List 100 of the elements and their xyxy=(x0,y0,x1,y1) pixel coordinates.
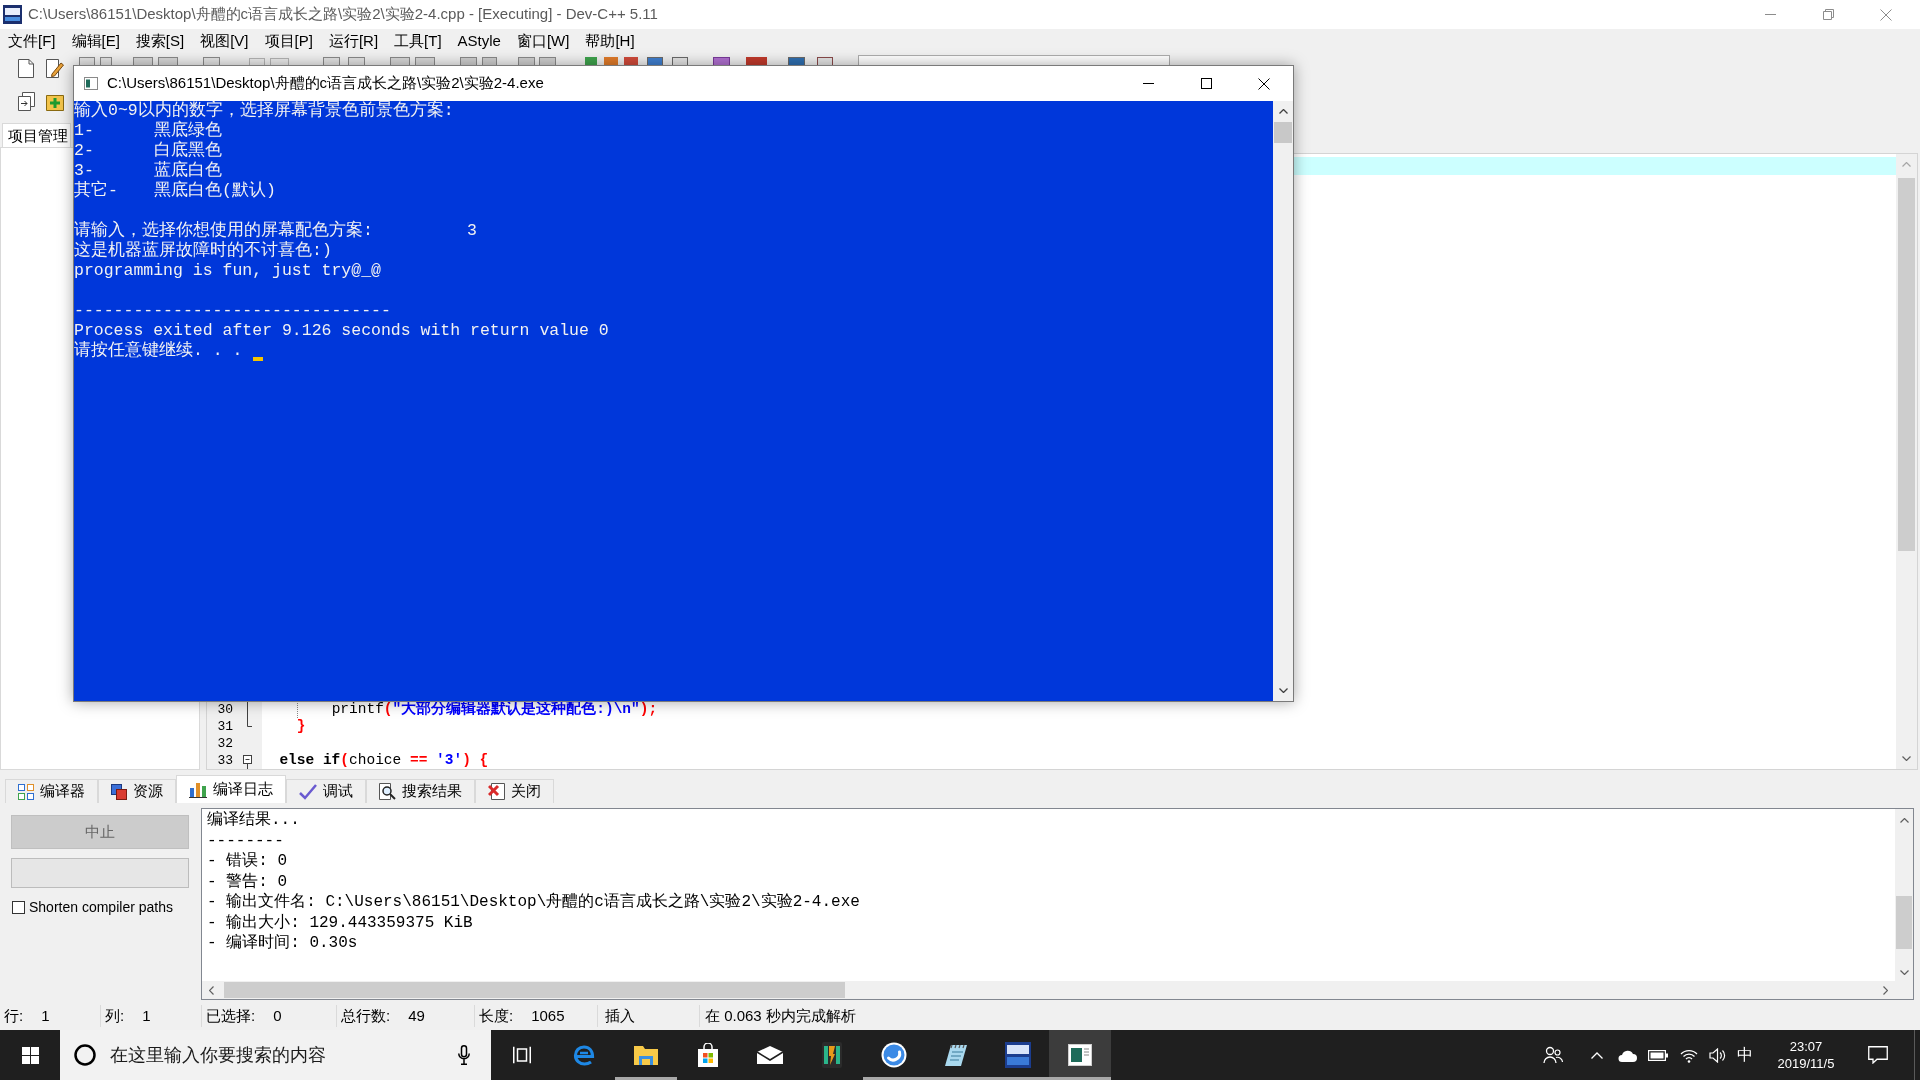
circle-icon xyxy=(74,1044,96,1066)
option-number: 其它- xyxy=(74,181,119,201)
checkbox-label: Shorten compiler paths xyxy=(29,897,173,917)
envelope-icon xyxy=(757,1046,783,1064)
menu-item[interactable]: 工具[T] xyxy=(386,29,450,52)
tab[interactable]: 项目管理 xyxy=(2,123,71,147)
wifi-icon xyxy=(1679,1047,1698,1063)
tab[interactable]: 调试 xyxy=(286,779,366,803)
menu-item[interactable]: 帮助[H] xyxy=(577,29,643,52)
minimize-icon xyxy=(1764,14,1776,15)
close-icon xyxy=(1880,8,1892,21)
scrollbar-thumb[interactable] xyxy=(1274,122,1292,143)
line-number: 31 xyxy=(217,718,233,735)
window-panes-icon xyxy=(21,1046,39,1064)
menu-item[interactable]: 视图[V] xyxy=(192,29,257,52)
console-icon xyxy=(84,77,98,90)
status-label: 列: xyxy=(105,1005,125,1026)
battery-icon xyxy=(1647,1049,1668,1061)
clock-date: 2019/11/5 xyxy=(1777,1055,1835,1072)
collapse-box-icon[interactable] xyxy=(243,755,252,769)
status-value: 0 xyxy=(273,1005,282,1026)
tab[interactable]: 搜索结果 xyxy=(366,779,475,803)
scrollbar-thumb[interactable] xyxy=(224,982,845,998)
menu-item[interactable]: 文件[F] xyxy=(0,29,64,52)
disc-icon xyxy=(881,1042,907,1068)
chevron-up-icon[interactable] xyxy=(1278,109,1288,114)
speaker-icon xyxy=(1708,1047,1726,1063)
console-text: programming is fun, just try@_@ xyxy=(74,261,381,281)
status-label: 已选择: xyxy=(206,1005,256,1026)
log-line: - 错误: 0 xyxy=(207,851,287,872)
fold-line-icon xyxy=(247,701,248,718)
line-number: 33 xyxy=(217,752,233,769)
vertical-scrollbar[interactable] xyxy=(1895,809,1913,981)
check-icon xyxy=(299,783,317,800)
option-label: 白底黑色 xyxy=(154,141,222,160)
notepad-icon xyxy=(944,1043,968,1067)
dropdown-field[interactable] xyxy=(858,55,1170,66)
search-field[interactable]: 在这里输入你要搜索的内容 xyxy=(60,1030,491,1080)
log-line: - 输出文件名: C:\Users\86151\Desktop\舟醴的c语言成长之路\实验2\实验2-4.exe xyxy=(207,892,860,913)
option-number: 2- xyxy=(74,141,95,161)
window-title: C:\Users\86151\Desktop\舟醴的c语言成长之路\实验2\实验2-4.exe xyxy=(107,73,544,94)
menu-item[interactable]: 搜索[S] xyxy=(127,29,193,52)
console-text: 这是机器蓝屏故障时的不讨喜色:) xyxy=(74,241,332,261)
log-line: - 编译时间: 0.30s xyxy=(207,933,358,954)
log-line: - 警告: 0 xyxy=(207,871,287,892)
menu-item[interactable]: 项目[P] xyxy=(256,29,321,52)
overlapping-squares-icon xyxy=(111,783,127,800)
vertical-scrollbar[interactable] xyxy=(1273,101,1293,701)
tab[interactable]: 资源 xyxy=(98,779,176,803)
clock-button[interactable]: 23:07 2019/11/5 xyxy=(1766,1030,1846,1080)
maximize-icon xyxy=(1200,78,1212,89)
taskbar-app-button[interactable] xyxy=(1049,1030,1111,1080)
entered-value: 3 xyxy=(467,221,477,241)
horizontal-scrollbar[interactable] xyxy=(202,981,1895,999)
chevron-right-icon[interactable] xyxy=(1883,985,1888,995)
menu-item[interactable]: 运行[R] xyxy=(320,29,387,52)
window-title: C:\Users\86151\Desktop\舟醴的c语言成长之路\实验2\实验2-4.cpp - [Executing] - Dev-C++ 5.11 xyxy=(28,4,658,25)
log-line: - 输出大小: 129.443359375 KiB xyxy=(207,912,473,933)
chevron-left-icon[interactable] xyxy=(209,985,214,995)
microphone-icon[interactable] xyxy=(458,1045,470,1065)
new-file-icon[interactable] xyxy=(18,59,34,78)
status-label: 行: xyxy=(4,1005,24,1026)
option-label: 黑底白色(默认) xyxy=(154,181,276,201)
minimize-icon xyxy=(1142,83,1154,84)
people-icon xyxy=(1543,1046,1563,1064)
checkbox[interactable] xyxy=(12,900,25,914)
option-number: 3- xyxy=(74,161,95,180)
task-view-icon xyxy=(513,1046,531,1064)
tab[interactable]: 关闭 xyxy=(475,779,554,803)
tab[interactable]: 编译器 xyxy=(5,779,98,803)
code-line: else if(choice == '3') { xyxy=(279,752,489,769)
grid-icon xyxy=(18,783,34,800)
chevron-down-icon[interactable] xyxy=(1902,756,1911,761)
scrollbar-thumb[interactable] xyxy=(1896,896,1912,949)
scrollbar-thumb[interactable] xyxy=(1898,178,1915,551)
menu-item[interactable]: 编辑[E] xyxy=(63,29,128,52)
page-arrow-icon[interactable] xyxy=(18,92,35,111)
add-icon[interactable] xyxy=(46,92,64,111)
close-icon xyxy=(488,783,505,800)
chevron-down-icon[interactable] xyxy=(1278,688,1288,693)
menu-item[interactable]: AStyle xyxy=(449,29,509,52)
vertical-scrollbar[interactable] xyxy=(1896,154,1917,769)
cloud-icon xyxy=(1616,1048,1637,1062)
console-prompt: 请输入，选择你想使用的屏幕配色方案: xyxy=(74,221,373,240)
notification-icon xyxy=(1868,1046,1888,1064)
input-method-button[interactable]: 中 xyxy=(1730,1030,1760,1080)
chevron-up-icon[interactable] xyxy=(1899,818,1909,823)
close-icon xyxy=(1258,77,1270,90)
menu-item[interactable]: 窗口[W] xyxy=(508,29,578,52)
status-value: 49 xyxy=(408,1005,425,1026)
chevron-down-icon[interactable] xyxy=(1899,970,1909,975)
console-text: Process exited after 9.126 seconds with return value 0 xyxy=(74,321,609,341)
shopping-bag-icon xyxy=(697,1043,719,1067)
status-message: 在 0.063 秒内完成解析 xyxy=(705,1005,856,1026)
page-pencil-icon[interactable] xyxy=(46,59,64,78)
option-label: 黑底绿色 xyxy=(154,121,222,140)
option-label: 蓝底白色 xyxy=(154,161,222,180)
status-label: 总行数: xyxy=(341,1005,391,1026)
console-text: 请按任意键继续. . . xyxy=(74,341,243,361)
tab[interactable]: 编译日志 xyxy=(176,775,286,803)
